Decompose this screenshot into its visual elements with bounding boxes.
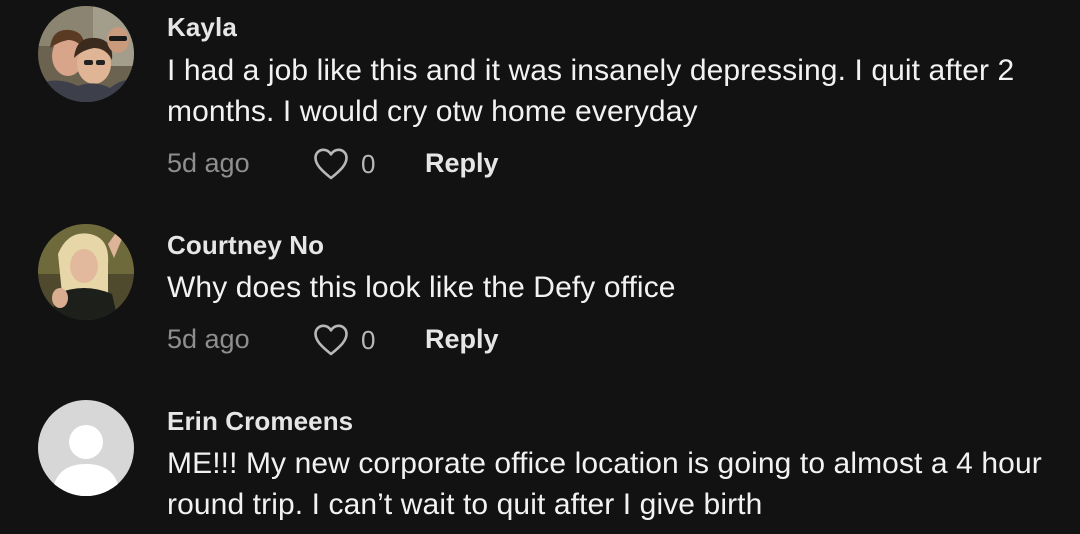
comment-text: ME!!! My new corporate office location i…	[167, 447, 1042, 521]
default-avatar-icon	[38, 400, 134, 496]
comment-meta: 5d ago 0 Reply	[167, 322, 767, 358]
photo-avatar-icon	[38, 224, 134, 320]
comment-timestamp: 5d ago	[167, 148, 250, 178]
comment-text: Why does this look like the Defy office	[167, 271, 676, 304]
comment-username[interactable]: Kayla	[167, 12, 237, 43]
like-button[interactable]: 0	[313, 146, 375, 182]
comment-meta: 5d ago 0 Reply	[167, 146, 767, 182]
comment-username[interactable]: Erin Cromeens	[167, 406, 353, 437]
heart-outline-icon	[314, 324, 348, 356]
reply-button[interactable]: Reply	[425, 148, 499, 179]
like-count: 0	[361, 324, 376, 355]
user-avatar[interactable]	[38, 400, 134, 496]
reply-button[interactable]: Reply	[425, 324, 499, 355]
like-button[interactable]: 0	[313, 322, 375, 358]
heart-outline-icon	[314, 148, 348, 180]
like-count: 0	[361, 148, 376, 179]
comment-username[interactable]: Courtney No	[167, 230, 324, 261]
user-avatar[interactable]	[38, 6, 134, 102]
comment-timestamp: 5d ago	[167, 324, 250, 354]
photo-avatar-icon	[38, 6, 134, 102]
comment-text: I had a job like this and it was insanel…	[167, 54, 1015, 128]
user-avatar[interactable]	[38, 224, 134, 320]
